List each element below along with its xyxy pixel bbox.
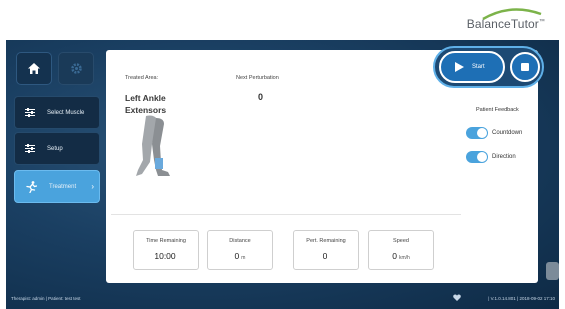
sidebar-item-label: Select Muscle [47,109,85,116]
countdown-label: Countdown [492,130,523,136]
stat-label: Pert. Remaining [306,238,346,244]
countdown-toggle[interactable] [466,127,488,139]
top-bar: BalanceTutor™ [0,0,565,40]
chevron-right-icon: › [91,182,94,191]
distance-card: Distance 0m [207,230,273,270]
treated-area-value: Left Ankle Extensors [125,92,195,116]
stat-value: 0m [234,251,246,261]
brand-logo: BalanceTutor™ [467,8,545,37]
patient-feedback-title: Patient Feedback [476,107,519,113]
gear-icon [70,63,82,74]
sidebar-item-setup[interactable]: Setup [14,132,100,165]
side-drawer-handle[interactable] [546,262,559,280]
direction-toggle[interactable] [466,151,488,163]
sidebar-item-label: Treatment [49,183,77,190]
stat-label: Speed [393,238,409,244]
heart-icon [453,294,461,301]
divider [111,214,461,215]
sliders-icon [25,144,35,153]
treated-area-line-1: Left Ankle [125,93,166,103]
stat-value: 0 km/h [392,251,410,261]
play-icon [455,62,464,72]
app-window: Select Muscle Setup Treatment › Treated … [6,40,559,309]
start-button[interactable]: Start [439,51,505,83]
next-perturbation-label: Next Perturbation [236,75,279,81]
session-info: Therapist: admin | Patient: test test [11,296,81,301]
sidebar-item-treatment[interactable]: Treatment › [14,170,100,203]
legs-illustration [136,115,170,176]
stat-value: 0 [322,251,328,261]
sliders-icon [25,108,35,117]
settings-button[interactable] [58,52,94,85]
sidebar-item-select-muscle[interactable]: Select Muscle [14,96,100,129]
stat-label: Distance [229,238,251,244]
stop-button[interactable] [510,52,540,82]
treated-area-label: Treated Area: [125,75,159,81]
pert-remaining-card: Pert. Remaining 0 [293,230,359,270]
speed-card: Speed 0 km/h [368,230,434,270]
brand-swoosh-icon [482,8,542,20]
stat-value: 10:00 [154,251,176,261]
start-label: Start [472,64,485,70]
time-remaining-card: Time Remaining 10:00 [133,230,199,270]
stat-label: Time Remaining [146,238,186,244]
home-button[interactable] [16,52,52,85]
home-icon [28,63,40,74]
sidebar-item-label: Setup [47,145,63,152]
stop-icon [521,63,529,71]
running-person-icon [26,180,37,193]
version-info: | V.1.0.14.801 | 2018-09-02 17:10 [488,296,555,301]
direction-label: Direction [492,154,516,160]
next-perturbation-value: 0 [258,92,264,102]
